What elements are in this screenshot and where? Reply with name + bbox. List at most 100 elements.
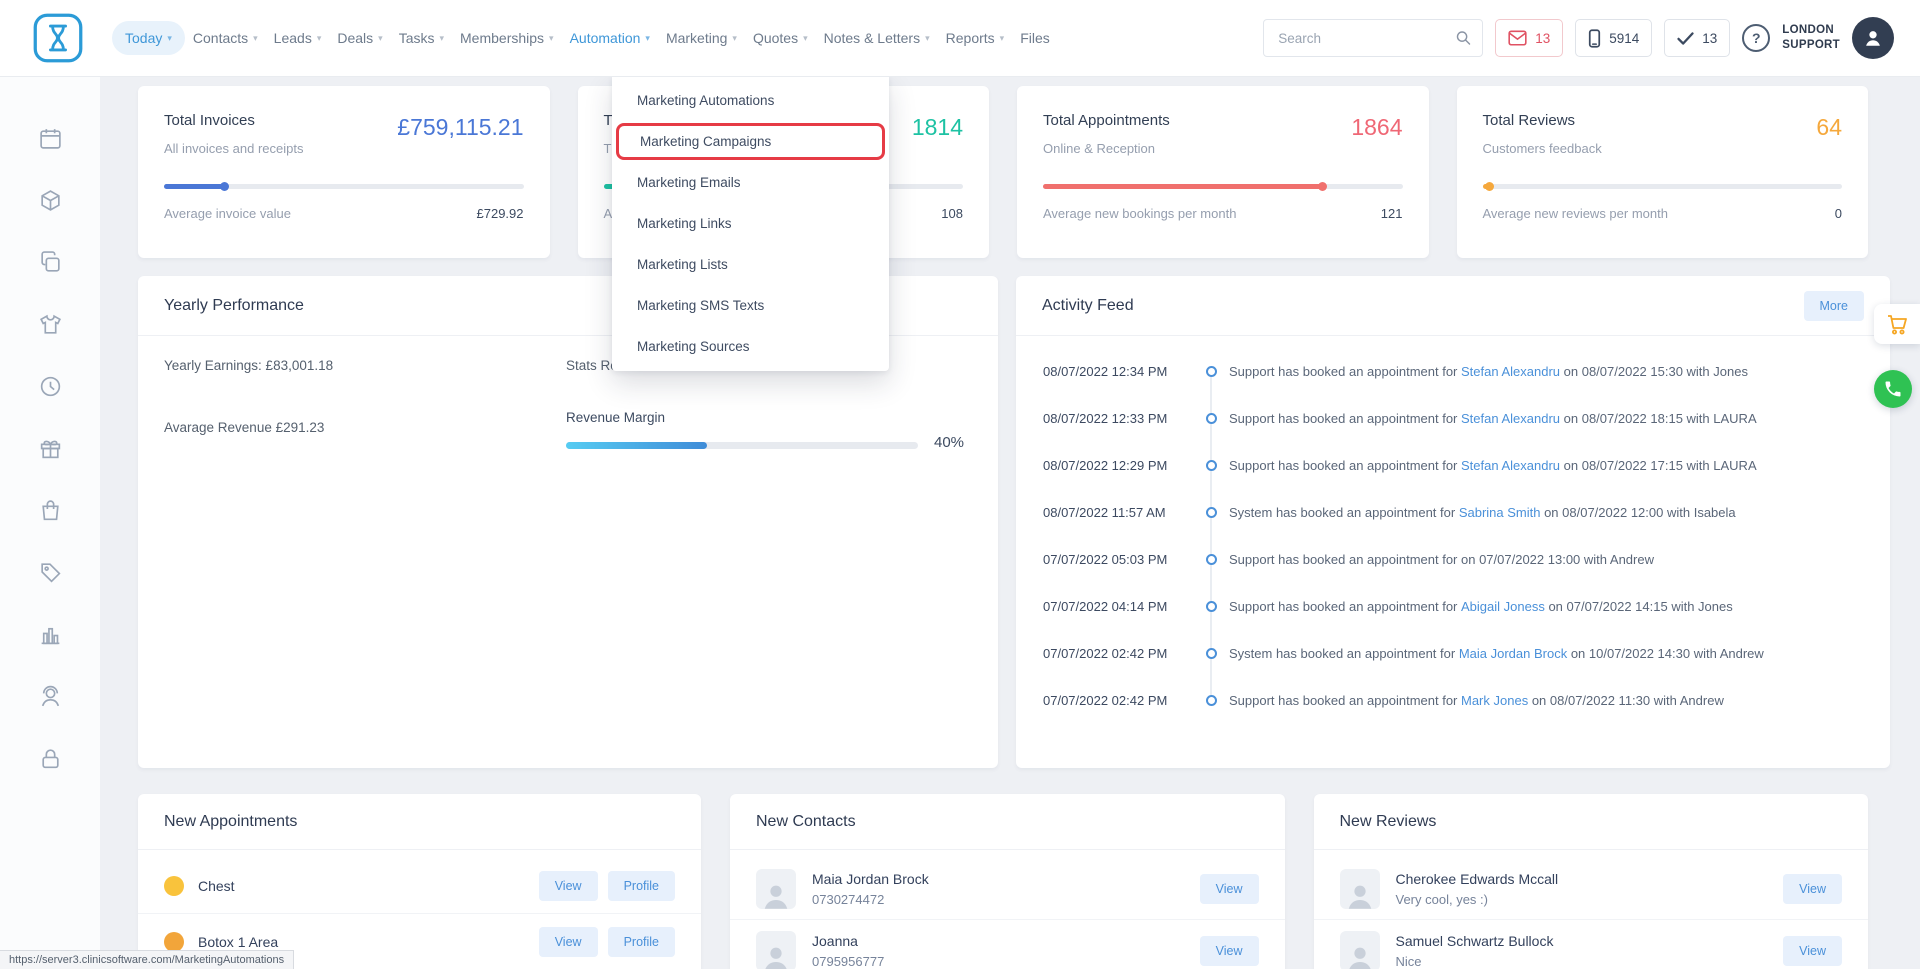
card-value: 64: [1816, 114, 1842, 141]
apparel-icon[interactable]: [38, 312, 63, 337]
profile-button[interactable]: Profile: [608, 927, 675, 957]
nav-item-today[interactable]: Today▾: [112, 21, 185, 55]
search-icon[interactable]: [1455, 29, 1472, 47]
profile-button[interactable]: Profile: [608, 871, 675, 901]
timeline-dot-icon: [1206, 601, 1217, 612]
app-logo[interactable]: [32, 12, 84, 64]
chevron-down-icon: ▾: [645, 33, 650, 44]
search-input[interactable]: [1278, 31, 1455, 46]
nav-item-notes-letters[interactable]: Notes & Letters▾: [816, 21, 938, 55]
nav-item-automation[interactable]: Automation▾: [562, 21, 658, 55]
timeline-dot-icon: [1206, 554, 1217, 565]
menu-item-marketing-links[interactable]: Marketing Links: [612, 203, 889, 244]
person-placeholder-icon: [761, 943, 791, 969]
view-button[interactable]: View: [539, 927, 598, 957]
review-text: Nice: [1396, 954, 1554, 969]
nav-item-marketing[interactable]: Marketing▾: [658, 21, 745, 55]
bottom-row: New Appointments Chest View Profile Boto…: [138, 794, 1868, 969]
menu-item-marketing-lists[interactable]: Marketing Lists: [612, 244, 889, 285]
menu-item-marketing-sources[interactable]: Marketing Sources: [612, 326, 889, 367]
menu-item-marketing-sms-texts[interactable]: Marketing SMS Texts: [612, 285, 889, 326]
view-button[interactable]: View: [1200, 874, 1259, 904]
chevron-down-icon: ▾: [1000, 33, 1005, 44]
more-button[interactable]: More: [1804, 291, 1864, 321]
check-count: 13: [1702, 31, 1717, 46]
contact-link[interactable]: Sabrina Smith: [1459, 505, 1541, 520]
shopping-bag-icon[interactable]: [38, 498, 63, 523]
chevron-down-icon: ▾: [732, 33, 737, 44]
revenue-margin-value: 40%: [934, 434, 964, 451]
new-reviews-card: New Reviews Cherokee Edwards Mccall Very…: [1314, 794, 1869, 969]
contact-link[interactable]: Stefan Alexandru: [1461, 364, 1560, 379]
card-subtitle: All invoices and receipts: [164, 141, 524, 156]
nav-item-deals[interactable]: Deals▾: [329, 21, 390, 55]
hourglass-logo-icon: [32, 12, 84, 64]
tag-icon[interactable]: [38, 560, 63, 585]
contact-link[interactable]: Stefan Alexandru: [1461, 458, 1560, 473]
nav-item-reports[interactable]: Reports▾: [938, 21, 1013, 55]
contact-name: Maia Jordan Brock: [812, 871, 929, 887]
tasks-badge[interactable]: 13: [1664, 19, 1730, 57]
activity-timeline: 08/07/2022 12:34 PM Support has booked a…: [1016, 336, 1890, 724]
stats-label: Stats Re: [566, 358, 618, 373]
view-button[interactable]: View: [539, 871, 598, 901]
menu-item-marketing-automations[interactable]: Marketing Automations: [612, 80, 889, 121]
menu-item-marketing-campaigns[interactable]: Marketing Campaigns: [616, 123, 885, 160]
nav-item-memberships[interactable]: Memberships▾: [452, 21, 562, 55]
mail-badge[interactable]: 13: [1495, 19, 1563, 57]
view-button[interactable]: View: [1783, 936, 1842, 966]
contact-link[interactable]: Maia Jordan Brock: [1459, 646, 1567, 661]
appointment-row: Chest View Profile: [138, 858, 701, 914]
chevron-down-icon: ▾: [253, 33, 258, 44]
help-icon[interactable]: ?: [1742, 24, 1770, 52]
package-icon[interactable]: [38, 188, 63, 213]
card-title: New Reviews: [1340, 813, 1437, 831]
phone-icon: [1883, 379, 1903, 399]
chevron-down-icon: ▾: [925, 33, 930, 44]
contact-link[interactable]: Mark Jones: [1461, 693, 1528, 708]
call-widget-button[interactable]: [1874, 370, 1912, 408]
activity-entry: 08/07/2022 12:34 PM Support has booked a…: [1016, 348, 1890, 395]
search-box[interactable]: [1263, 19, 1483, 57]
menu-item-marketing-emails[interactable]: Marketing Emails: [612, 162, 889, 203]
nav-item-contacts[interactable]: Contacts▾: [185, 21, 266, 55]
activity-entry: 07/07/2022 04:14 PM Support has booked a…: [1016, 583, 1890, 630]
phone-badge[interactable]: 5914: [1575, 19, 1652, 57]
chevron-down-icon: ▾: [167, 33, 172, 44]
phone-count: 5914: [1609, 31, 1639, 46]
nav-item-leads[interactable]: Leads▾: [266, 21, 330, 55]
contact-phone: 0730274472: [812, 892, 929, 907]
review-row: Samuel Schwartz Bullock Nice View: [1314, 920, 1869, 969]
nav-item-quotes[interactable]: Quotes▾: [745, 21, 816, 55]
cart-widget-button[interactable]: [1874, 304, 1920, 344]
chevron-down-icon: ▾: [378, 33, 383, 44]
activity-feed-card: Activity Feed More 08/07/2022 12:34 PM S…: [1016, 276, 1890, 768]
timeline-dot-icon: [1206, 648, 1217, 659]
history-icon[interactable]: [38, 374, 63, 399]
nav-item-files[interactable]: Files: [1012, 21, 1058, 55]
progress-track: [1483, 184, 1843, 189]
activity-text: Support has booked an appointment for Ab…: [1229, 599, 1890, 614]
revenue-margin-track: [566, 442, 918, 449]
contact-link[interactable]: Stefan Alexandru: [1461, 411, 1560, 426]
gift-icon[interactable]: [38, 436, 63, 461]
card-footer: Average new bookings per month 121: [1043, 206, 1403, 221]
chart-icon[interactable]: [38, 622, 63, 647]
location-label: LONDON SUPPORT: [1782, 23, 1840, 53]
card-header: Activity Feed More: [1016, 276, 1890, 336]
person-placeholder-icon: [1345, 943, 1375, 969]
copy-icon[interactable]: [38, 250, 63, 275]
calendar-icon[interactable]: [38, 126, 63, 151]
status-dot-icon: [164, 876, 184, 896]
card-subtitle: Online & Reception: [1043, 141, 1403, 156]
mail-icon: [1508, 30, 1527, 46]
activity-time: 07/07/2022 02:42 PM: [1043, 693, 1193, 708]
contact-link[interactable]: Abigail Joness: [1461, 599, 1545, 614]
total-appointments-card: Total Appointments Online & Reception 18…: [1017, 86, 1429, 258]
nav-item-tasks[interactable]: Tasks▾: [391, 21, 452, 55]
view-button[interactable]: View: [1200, 936, 1259, 966]
user-avatar[interactable]: [1852, 17, 1894, 59]
support-icon[interactable]: [38, 684, 63, 709]
lock-icon[interactable]: [38, 746, 63, 771]
view-button[interactable]: View: [1783, 874, 1842, 904]
